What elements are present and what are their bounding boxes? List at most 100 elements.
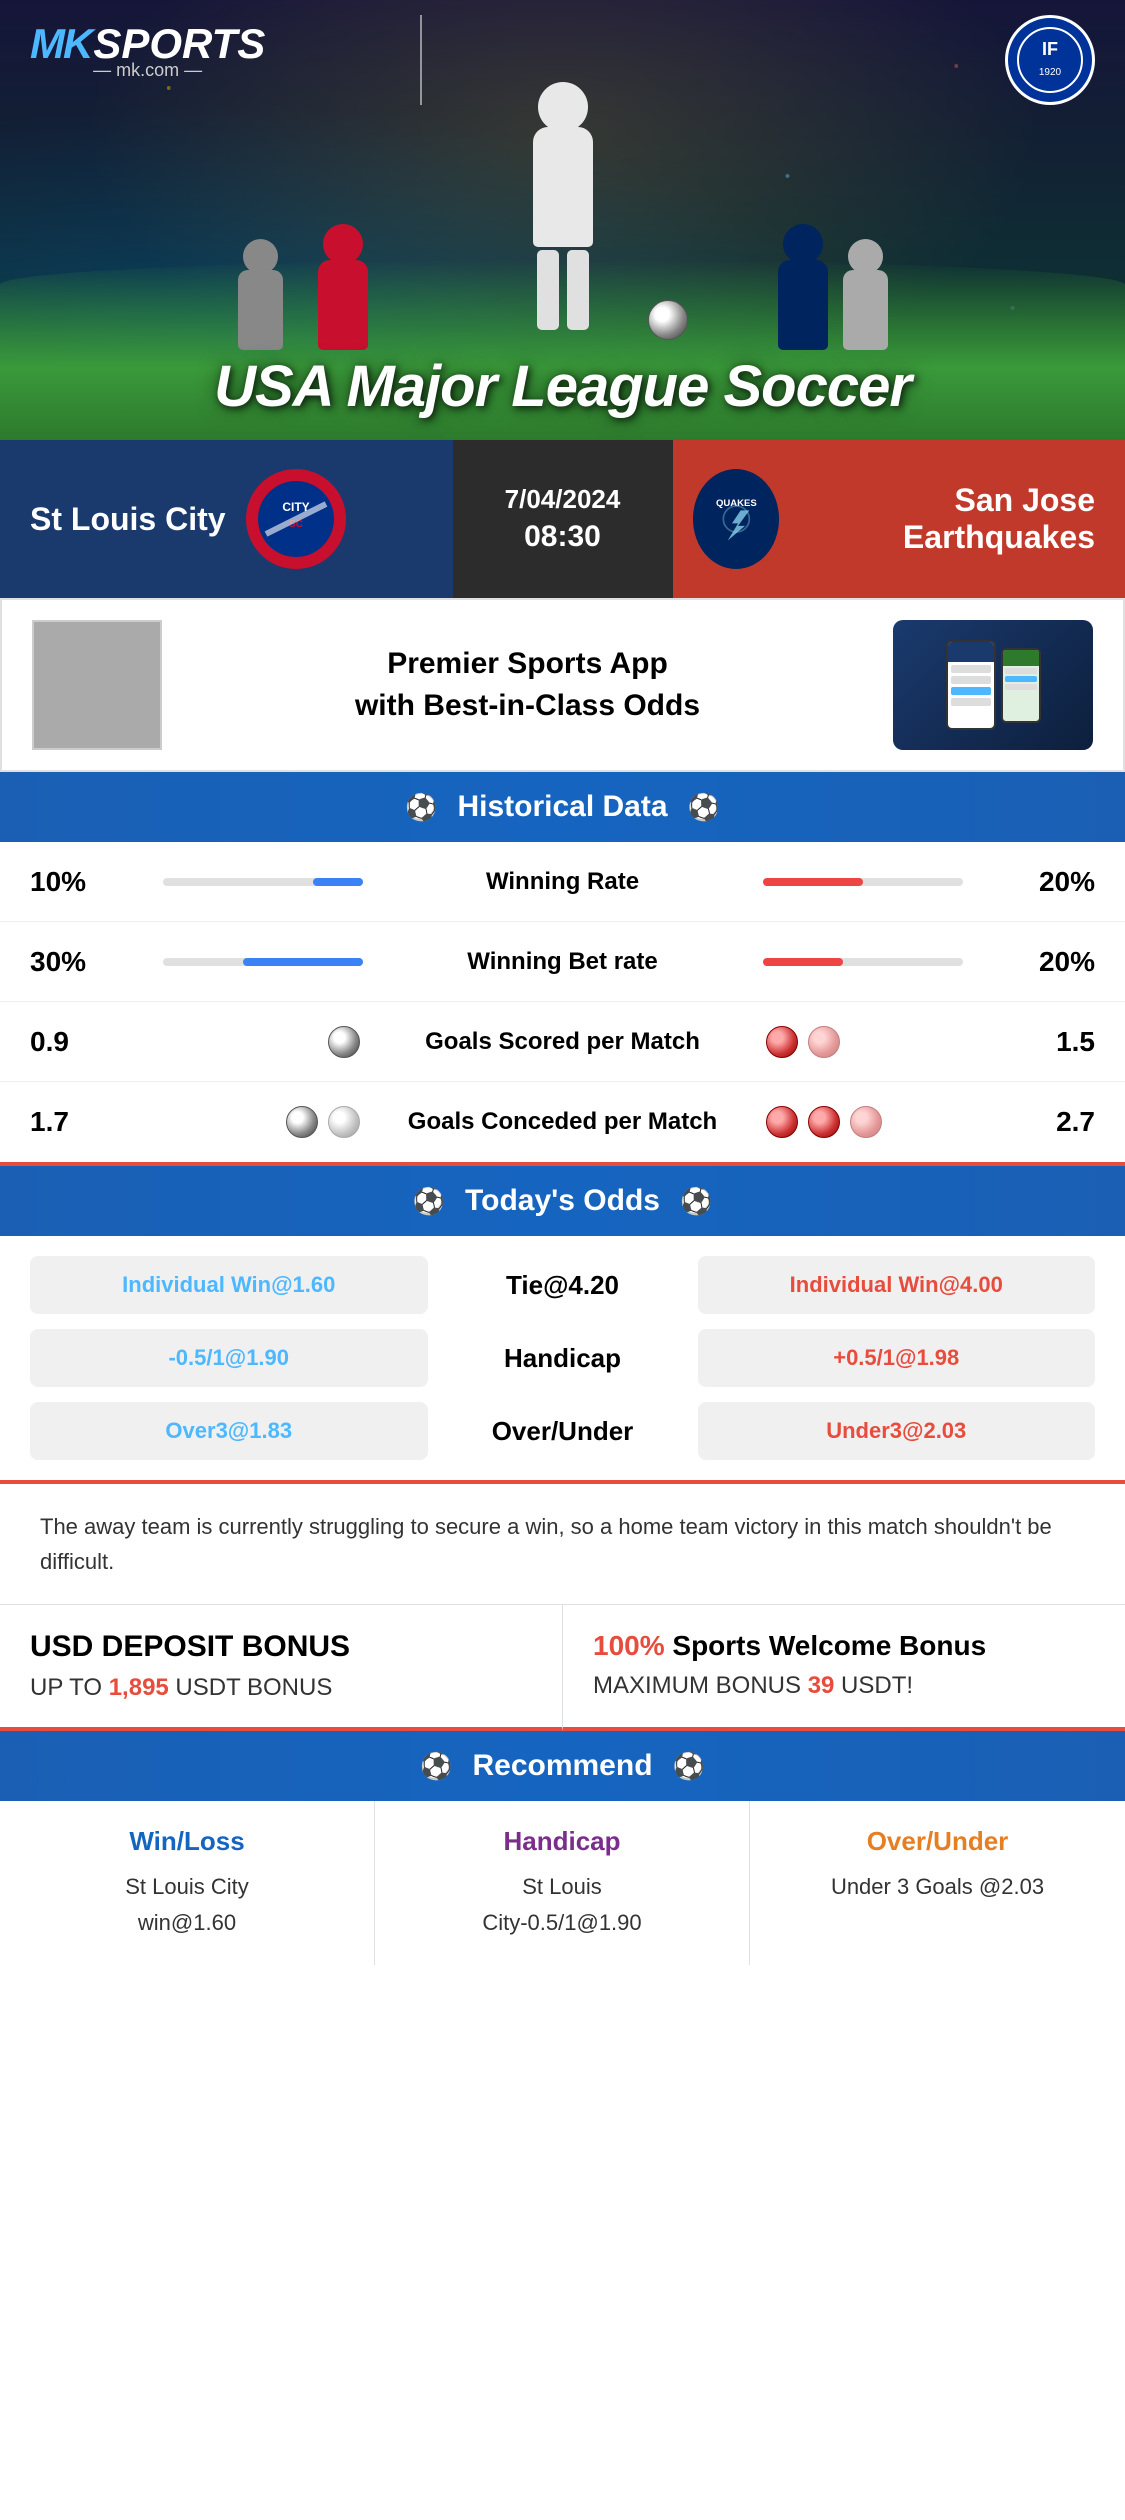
odds-handicap-right-btn[interactable]: +0.5/1@1.98 bbox=[698, 1329, 1096, 1387]
goals-conceded-right-balls bbox=[743, 1106, 1016, 1138]
recommend-handicap: Handicap St Louis City-0.5/1@1.90 bbox=[375, 1801, 750, 1964]
bonus-left-subtitle: UP TO 1,895 USDT BONUS bbox=[30, 1674, 532, 1702]
bonus-right[interactable]: 100% Sports Welcome Bonus MAXIMUM BONUS … bbox=[563, 1605, 1125, 1731]
goals-scored-row: 0.9 Goals Scored per Match 1.5 bbox=[0, 1002, 1125, 1082]
recommend-over-under-line1: Under 3 Goals @2.03 bbox=[831, 1874, 1044, 1899]
svg-text:IF: IF bbox=[1042, 39, 1058, 59]
svg-text:1920: 1920 bbox=[1039, 67, 1062, 78]
match-date: 7/04/2024 bbox=[505, 484, 621, 515]
handicap-label-text: Handicap bbox=[504, 1343, 621, 1374]
odds-section: Individual Win@1.60 Tie@4.20 Individual … bbox=[0, 1236, 1125, 1484]
winning-bet-left-fill bbox=[243, 958, 363, 966]
recommend-over-under-detail: Under 3 Goals @2.03 bbox=[770, 1869, 1105, 1904]
bonus-right-title-text: Sports Welcome Bonus bbox=[665, 1630, 987, 1661]
player-far-left bbox=[238, 239, 283, 350]
odds-grid: Individual Win@1.60 Tie@4.20 Individual … bbox=[0, 1236, 1125, 1480]
empoli-logo: IF 1920 bbox=[1005, 15, 1095, 105]
odds-win-right-btn[interactable]: Individual Win@4.00 bbox=[698, 1256, 1096, 1314]
bonus-right-sub: MAXIMUM BONUS 39 USDT! bbox=[593, 1672, 1095, 1700]
bonus-section: USD DEPOSIT BONUS UP TO 1,895 USDT BONUS… bbox=[0, 1605, 1125, 1731]
historical-header-text: Historical Data bbox=[457, 790, 667, 824]
winning-rate-left-val: 10% bbox=[30, 866, 110, 898]
player-left bbox=[318, 224, 368, 350]
right-ball-conceded-2 bbox=[808, 1106, 840, 1138]
player-right bbox=[778, 224, 828, 350]
stl-logo: CITY SC bbox=[246, 469, 346, 569]
qr-code bbox=[32, 620, 162, 750]
winning-rate-left-bar bbox=[110, 878, 383, 886]
goals-scored-right-balls bbox=[743, 1026, 1016, 1058]
odds-header: ⚽ Today's Odds ⚽ bbox=[0, 1166, 1125, 1236]
goals-conceded-label: Goals Conceded per Match bbox=[383, 1108, 743, 1136]
winning-rate-right-val: 20% bbox=[1015, 866, 1095, 898]
recommend-win-loss-detail: St Louis City win@1.60 bbox=[20, 1869, 354, 1939]
odds-handicap-label: Handicap bbox=[438, 1329, 688, 1387]
left-ball-conceded-1 bbox=[286, 1106, 318, 1138]
winning-bet-right-val: 20% bbox=[1015, 946, 1095, 978]
odds-ball-right: ⚽ bbox=[680, 1186, 712, 1217]
team-left-name: St Louis City bbox=[30, 501, 226, 538]
winning-bet-label: Winning Bet rate bbox=[383, 948, 743, 976]
recommend-handicap-line2: City-0.5/1@1.90 bbox=[482, 1910, 641, 1935]
bonus-right-amount: 39 bbox=[808, 1672, 835, 1699]
phone-mockups bbox=[893, 620, 1093, 750]
match-bar: St Louis City CITY SC 7/04/2024 08:30 QU… bbox=[0, 440, 1125, 598]
recommend-over-under-type: Over/Under bbox=[770, 1826, 1105, 1857]
analysis-section: The away team is currently struggling to… bbox=[0, 1484, 1125, 1605]
odds-ball-left: ⚽ bbox=[413, 1186, 445, 1217]
historical-ball-right: ⚽ bbox=[688, 792, 720, 823]
right-ball-2 bbox=[808, 1026, 840, 1058]
tie-value: Tie@4.20 bbox=[506, 1270, 619, 1301]
mksports-logo: MK SPORTS — mk.com — bbox=[30, 20, 265, 81]
phone-mock-2 bbox=[1001, 648, 1041, 723]
match-center: 7/04/2024 08:30 bbox=[453, 440, 673, 598]
recommend-over-under: Over/Under Under 3 Goals @2.03 bbox=[750, 1801, 1125, 1964]
goals-conceded-right-val: 2.7 bbox=[1015, 1106, 1095, 1138]
goals-scored-left-balls bbox=[110, 1026, 383, 1058]
winning-rate-right-fill bbox=[763, 878, 863, 886]
winning-bet-left-val: 30% bbox=[30, 946, 110, 978]
recommend-win-loss-line2: win@1.60 bbox=[138, 1910, 236, 1935]
recommend-win-loss-line1: St Louis City bbox=[125, 1874, 249, 1899]
goals-conceded-left-val: 1.7 bbox=[30, 1106, 110, 1138]
player-far-right bbox=[843, 239, 888, 350]
right-ball-1 bbox=[766, 1026, 798, 1058]
bonus-left[interactable]: USD DEPOSIT BONUS UP TO 1,895 USDT BONUS bbox=[0, 1605, 563, 1731]
quakes-logo: QUAKES bbox=[693, 469, 780, 569]
goals-conceded-left-balls bbox=[110, 1106, 383, 1138]
odds-tie-label: Tie@4.20 bbox=[438, 1256, 688, 1314]
goals-scored-right-val: 1.5 bbox=[1015, 1026, 1095, 1058]
goals-conceded-row: 1.7 Goals Conceded per Match 2.7 bbox=[0, 1082, 1125, 1162]
mk-brand-mk: MK bbox=[30, 20, 91, 68]
winning-rate-row: 10% Winning Rate 20% bbox=[0, 842, 1125, 922]
recommend-ball-left: ⚽ bbox=[420, 1751, 452, 1782]
goals-scored-label: Goals Scored per Match bbox=[383, 1028, 743, 1056]
app-promo-text: Premier Sports Appwith Best-in-Class Odd… bbox=[182, 643, 873, 727]
app-promo-banner[interactable]: Premier Sports Appwith Best-in-Class Odd… bbox=[0, 598, 1125, 772]
bonus-left-amount: 1,895 bbox=[109, 1674, 169, 1701]
team-right: QUAKES San Jose Earthquakes bbox=[673, 440, 1125, 598]
odds-win-left-btn[interactable]: Individual Win@1.60 bbox=[30, 1256, 428, 1314]
winning-bet-row: 30% Winning Bet rate 20% bbox=[0, 922, 1125, 1002]
recommend-win-loss-type: Win/Loss bbox=[20, 1826, 354, 1857]
goals-scored-left-val: 0.9 bbox=[30, 1026, 110, 1058]
recommend-handicap-type: Handicap bbox=[395, 1826, 729, 1857]
main-player bbox=[533, 82, 593, 330]
left-ball-conceded-2 bbox=[328, 1106, 360, 1138]
recommend-handicap-line1: St Louis bbox=[522, 1874, 602, 1899]
bonus-left-title: USD DEPOSIT BONUS bbox=[30, 1630, 532, 1664]
odds-ou-label: Over/Under bbox=[438, 1402, 688, 1460]
recommend-header-text: Recommend bbox=[472, 1749, 652, 1783]
odds-ou-right-btn[interactable]: Under3@2.03 bbox=[698, 1402, 1096, 1460]
winning-rate-left-fill bbox=[313, 878, 363, 886]
recommend-ball-right: ⚽ bbox=[673, 1751, 705, 1782]
team-left: St Louis City CITY SC bbox=[0, 440, 453, 598]
historical-header: ⚽ Historical Data ⚽ bbox=[0, 772, 1125, 842]
recommend-grid: Win/Loss St Louis City win@1.60 Handicap… bbox=[0, 1801, 1125, 1964]
phone-mock-1 bbox=[946, 640, 996, 730]
hero-banner: MK SPORTS — mk.com — IF 1920 bbox=[0, 0, 1125, 440]
right-ball-conceded-1 bbox=[766, 1106, 798, 1138]
odds-handicap-left-btn[interactable]: -0.5/1@1.90 bbox=[30, 1329, 428, 1387]
players-area bbox=[238, 90, 888, 350]
odds-ou-left-btn[interactable]: Over3@1.83 bbox=[30, 1402, 428, 1460]
